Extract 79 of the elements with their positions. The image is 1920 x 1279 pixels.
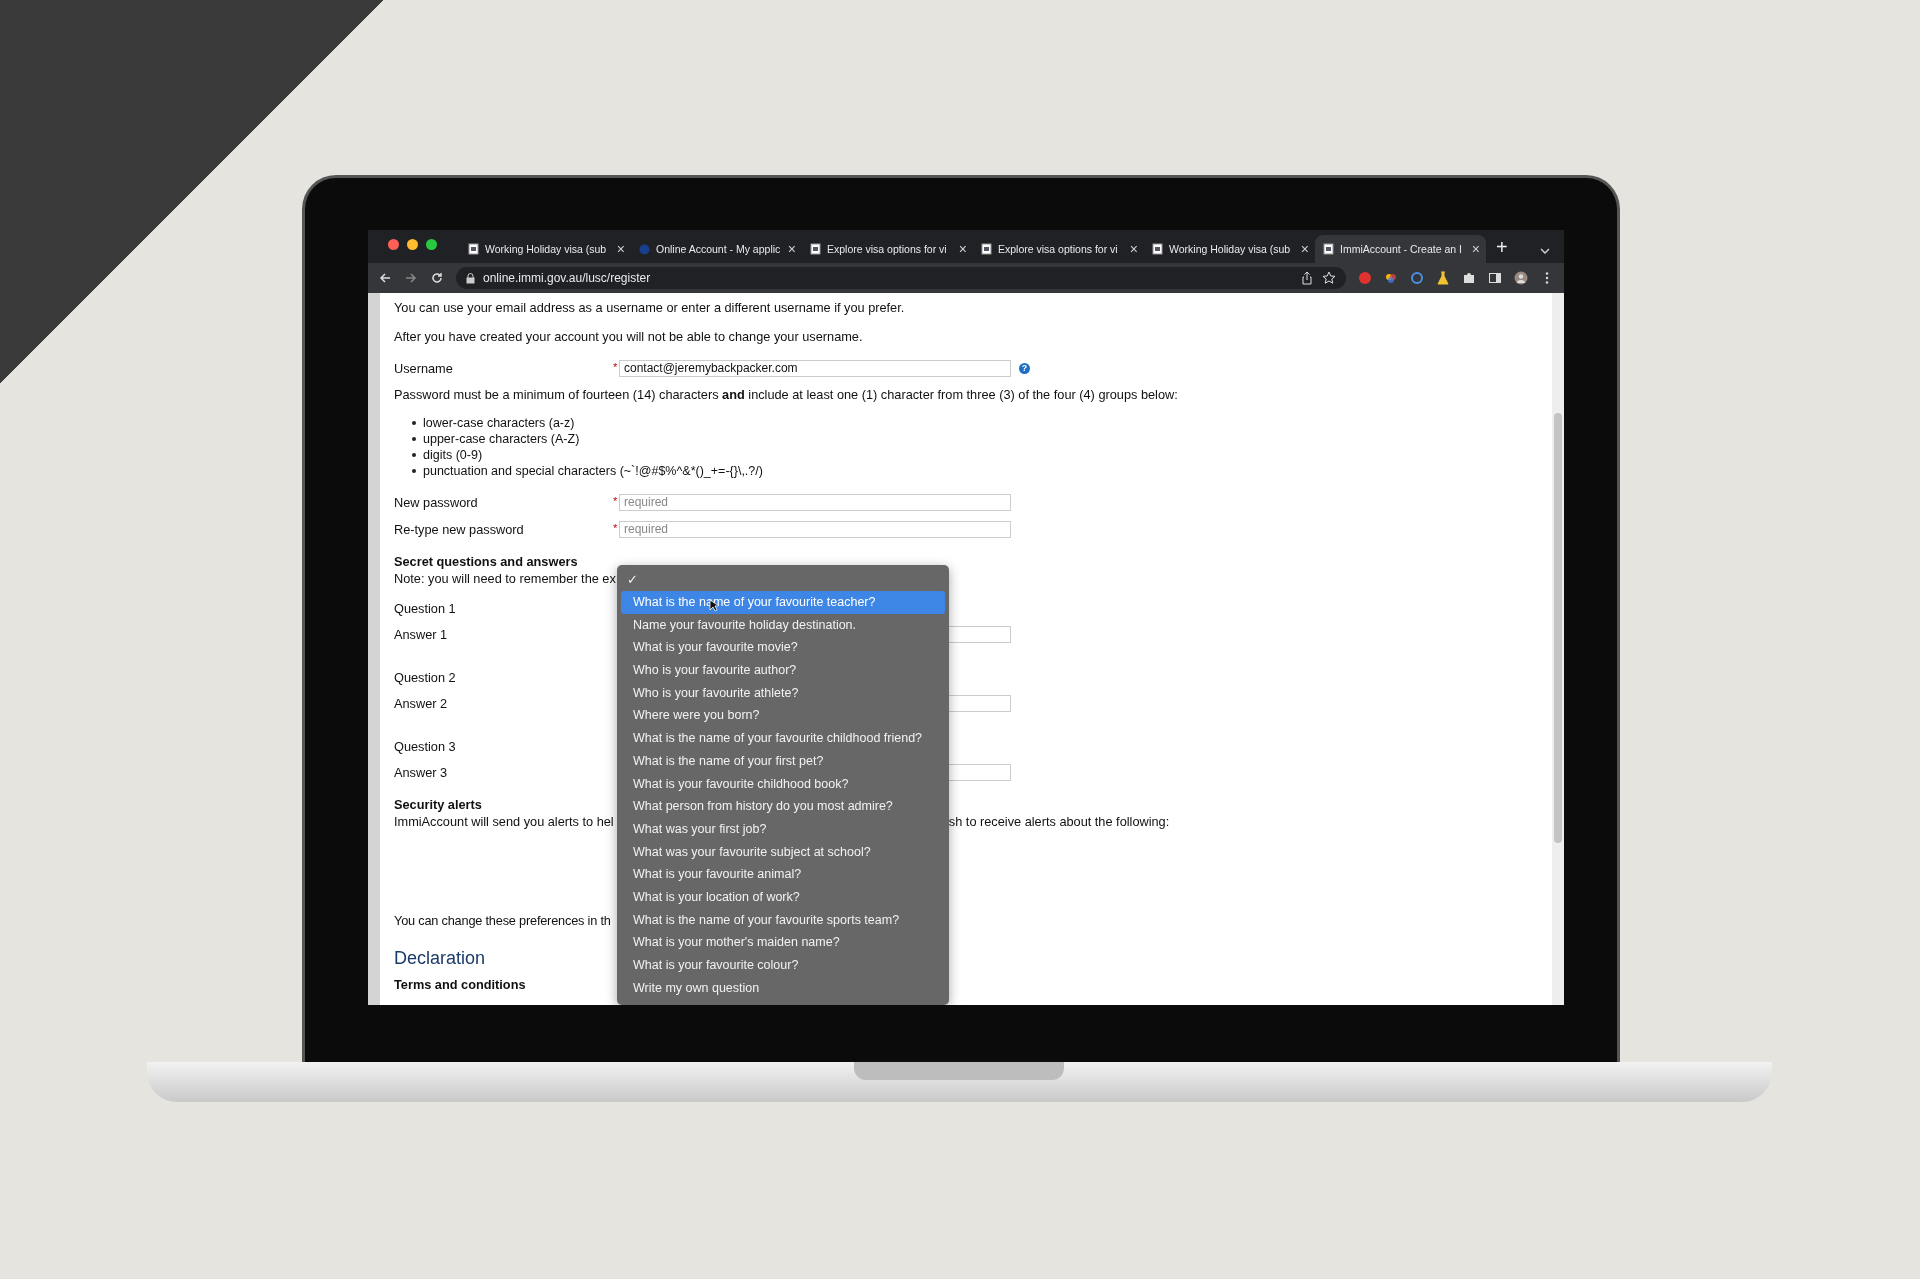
section-heading: Terms and conditions (394, 976, 526, 993)
page-icon (981, 243, 992, 255)
share-icon[interactable] (1300, 271, 1314, 285)
password-rule-text: Password must be a minimum of fourteen (14) characters and include at least one (1) character from three (3) of the four (4) groups below: (394, 386, 1178, 403)
dropdown-option[interactable]: Write my own question (621, 976, 945, 1000)
back-icon[interactable] (378, 271, 392, 285)
field-label: New password (394, 494, 479, 511)
intro-text: After you have created your account you will not be able to change your username. (394, 328, 863, 345)
browser-tab[interactable]: Explore visa options for vi × (802, 235, 973, 263)
dropdown-option[interactable]: Name your favourite holiday destination. (621, 613, 945, 637)
field-label: Answer 3 (394, 764, 449, 781)
dropdown-option[interactable]: Where were you born? (621, 704, 945, 728)
username-field[interactable]: contact@jeremybackpacker.com (619, 360, 1011, 377)
field-label: Username (394, 360, 454, 377)
dropdown-option[interactable]: Who is your favourite author? (621, 659, 945, 682)
forward-icon[interactable] (404, 271, 418, 285)
dropdown-option[interactable]: What person from history do you most admire? (621, 795, 945, 818)
dropdown-option[interactable]: What is the name of your favourite childhood friend? (621, 727, 945, 750)
check-mark: ✓ (626, 572, 639, 589)
required-mark: * (613, 494, 619, 509)
field-label: Question 3 (394, 738, 457, 755)
star-icon[interactable] (1322, 271, 1336, 285)
bullet-icon (412, 421, 416, 425)
note-text: Note: you will need to remember the ex (394, 570, 616, 587)
close-window-icon[interactable] (388, 239, 399, 250)
browser-tab[interactable]: Online Account - My applic × (631, 235, 802, 263)
bullet-icon (412, 437, 416, 441)
page-icon (468, 243, 479, 255)
dropdown-option[interactable]: What is your mother's maiden name? (621, 931, 945, 954)
side-panel-icon[interactable] (1488, 271, 1502, 285)
intro-text: You can use your email address as a username or enter a different username if you prefer. (394, 299, 905, 316)
new-tab-button[interactable]: + (1496, 236, 1508, 259)
field-label: Re-type new password (394, 521, 525, 538)
list-item: lower-case characters (a-z) (423, 414, 575, 432)
bullet-icon (412, 469, 416, 473)
password-field[interactable]: required (619, 521, 1011, 538)
dropdown-option[interactable]: What is your favourite animal? (621, 863, 945, 886)
list-item: upper-case characters (A-Z) (423, 430, 580, 448)
field-label: Question 1 (394, 600, 457, 617)
chevron-down-icon[interactable] (1540, 248, 1550, 254)
browser-tab[interactable]: Explore visa options for vi × (973, 235, 1144, 263)
required-mark: * (613, 360, 619, 375)
dropdown-option[interactable]: What is your favourite childhood book? (621, 772, 945, 796)
list-item: punctuation and special characters (~`!@#$%^&*()_+=-{}\,.?/) (423, 462, 763, 480)
lock-icon (466, 272, 475, 284)
preferences-text: You can change these preferences in th (394, 912, 611, 929)
dropdown-option[interactable]: What was your first job? (621, 817, 945, 841)
alerts-text: ImmiAccount will send you alerts to hel (394, 813, 614, 830)
page-icon (1152, 243, 1163, 255)
scrollbar[interactable] (1552, 293, 1564, 1005)
browser-tab[interactable]: Working Holiday visa (sub × (1144, 235, 1315, 263)
field-label: Answer 1 (394, 626, 449, 643)
browser-tab[interactable]: ImmiAccount - Create an I × (1315, 235, 1486, 263)
section-heading: Security alerts (394, 796, 482, 813)
flask-icon[interactable] (1436, 271, 1450, 285)
required-mark: * (613, 521, 619, 536)
minimize-window-icon[interactable] (407, 239, 418, 250)
dropdown-option[interactable]: What was your favourite subject at school? (621, 840, 945, 864)
page-icon (1323, 243, 1334, 255)
dropdown-option[interactable]: What is the name of your favourite sports team? (621, 908, 945, 932)
bullet-icon (412, 453, 416, 457)
field-label: Answer 2 (394, 695, 449, 712)
password-field[interactable]: required (619, 494, 1011, 511)
dropdown-option[interactable]: Who is your favourite athlete? (621, 681, 945, 705)
browser-tab[interactable]: Working Holiday visa (sub × (460, 235, 631, 263)
dropdown-option[interactable]: What is your location of work? (621, 885, 945, 909)
dropdown-option[interactable]: What is the name of your first pet? (621, 749, 945, 773)
dropdown-option[interactable]: What is your favourite movie? (621, 636, 945, 660)
declaration-heading: Declaration (394, 947, 486, 969)
reload-icon[interactable] (430, 271, 444, 285)
dropdown-option[interactable]: What is your favourite colour? (621, 954, 945, 977)
page-icon (810, 243, 821, 255)
avatar-icon[interactable] (1514, 271, 1528, 285)
list-item: digits (0-9) (423, 446, 483, 464)
maximize-window-icon[interactable] (426, 239, 437, 250)
section-heading: Secret questions and answers (394, 553, 578, 570)
address-bar[interactable]: online.immi.gov.au/lusc/register (456, 267, 1346, 289)
help-icon[interactable]: ? (1019, 363, 1030, 374)
field-label: Question 2 (394, 669, 457, 686)
